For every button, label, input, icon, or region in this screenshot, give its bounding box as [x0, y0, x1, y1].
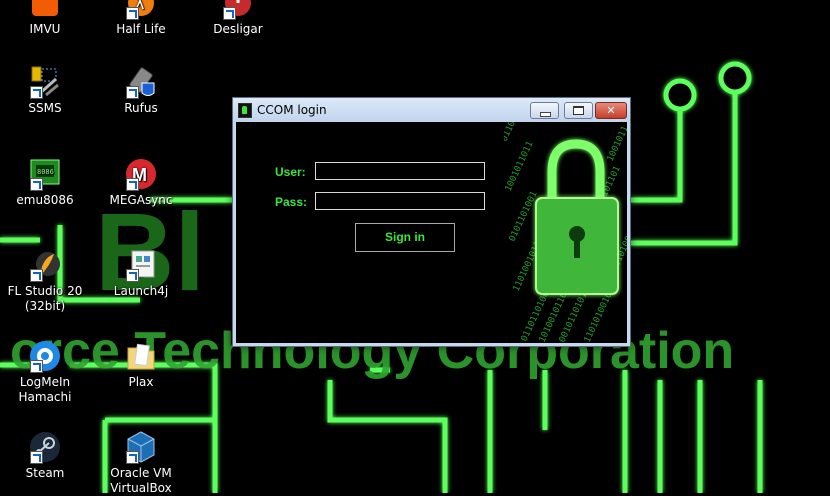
desktop-icon-label: Launch4j: [113, 284, 169, 298]
virtualbox-icon: [124, 430, 158, 464]
desktop-icon-label: MEGAsync: [109, 193, 173, 207]
close-button[interactable]: [595, 102, 627, 119]
desktop-icon-desligar[interactable]: Desligar: [193, 0, 283, 37]
desktop-icon-plax[interactable]: Plax: [96, 339, 186, 390]
desktop-icon-virtualbox[interactable]: Oracle VM VirtualBox: [96, 430, 186, 496]
password-input[interactable]: [315, 192, 485, 210]
desktop-icon-rufus[interactable]: Rufus: [96, 65, 186, 116]
desktop-icon-fl-studio[interactable]: FL Studio 20 (32bit): [0, 248, 90, 314]
half-life-icon: λ: [124, 0, 158, 20]
pass-label: Pass:: [275, 195, 308, 209]
window-title: CCOM login: [257, 103, 327, 117]
padlock-binary-icon: 0110100101 1001011011 0101101001 1101001…: [504, 122, 627, 343]
power-icon: [221, 0, 255, 20]
minimize-button[interactable]: [530, 102, 559, 119]
mega-icon: M: [124, 157, 158, 191]
fl-studio-icon: [28, 248, 62, 282]
desktop-icon-ssms[interactable]: SSMS: [0, 65, 90, 116]
desktop-icon-label: Rufus: [124, 101, 158, 115]
desktop-icon-label: Oracle VM VirtualBox: [110, 466, 172, 495]
window-titlebar[interactable]: CCOM login: [233, 98, 630, 122]
desktop-icon-half-life[interactable]: λ Half Life: [96, 0, 186, 37]
imvu-icon: [28, 0, 62, 20]
ccom-login-window: CCOM login User: Pass: Sign in 011010010…: [232, 97, 631, 347]
desktop-icon-label: Half Life: [116, 22, 166, 36]
desktop-icon-hamachi[interactable]: LogMeIn Hamachi: [0, 339, 90, 405]
desktop-icon-label: IMVU: [29, 22, 61, 36]
login-form: User: Pass: Sign in 0110100101 100101101…: [236, 122, 627, 343]
desktop-icon-label: FL Studio 20 (32bit): [7, 284, 83, 313]
desktop-icon-emu8086[interactable]: 8086 emu8086: [0, 157, 90, 208]
svg-text:8086: 8086: [37, 168, 54, 176]
desktop-icon-label: SSMS: [28, 101, 62, 115]
desktop-icon-label: emu8086: [16, 193, 74, 207]
desktop-icon-label: Steam: [25, 466, 65, 480]
ssms-icon: [28, 65, 62, 99]
chip-icon: 8086: [28, 157, 62, 191]
desktop-icon-label: Plax: [128, 375, 154, 389]
desktop-icon-label: LogMeIn Hamachi: [18, 375, 72, 404]
desktop-icon-steam[interactable]: Steam: [0, 430, 90, 481]
rufus-usb-icon: [124, 65, 158, 99]
sign-in-button[interactable]: Sign in: [355, 223, 455, 252]
user-input[interactable]: [315, 162, 485, 180]
folder-icon: [124, 339, 158, 373]
app-icon: [238, 103, 252, 118]
hamachi-icon: [28, 339, 62, 373]
maximize-button[interactable]: [564, 102, 593, 119]
desktop-icon-launch4j[interactable]: Launch4j: [96, 248, 186, 299]
desktop-icon-label: Desligar: [213, 22, 263, 36]
desktop-icon-megasync[interactable]: M MEGAsync: [96, 157, 186, 208]
steam-icon: [28, 430, 62, 464]
desktop-icon-imvu[interactable]: IMVU: [0, 0, 90, 37]
launch4j-icon: [124, 248, 158, 282]
user-label: User:: [275, 165, 306, 179]
